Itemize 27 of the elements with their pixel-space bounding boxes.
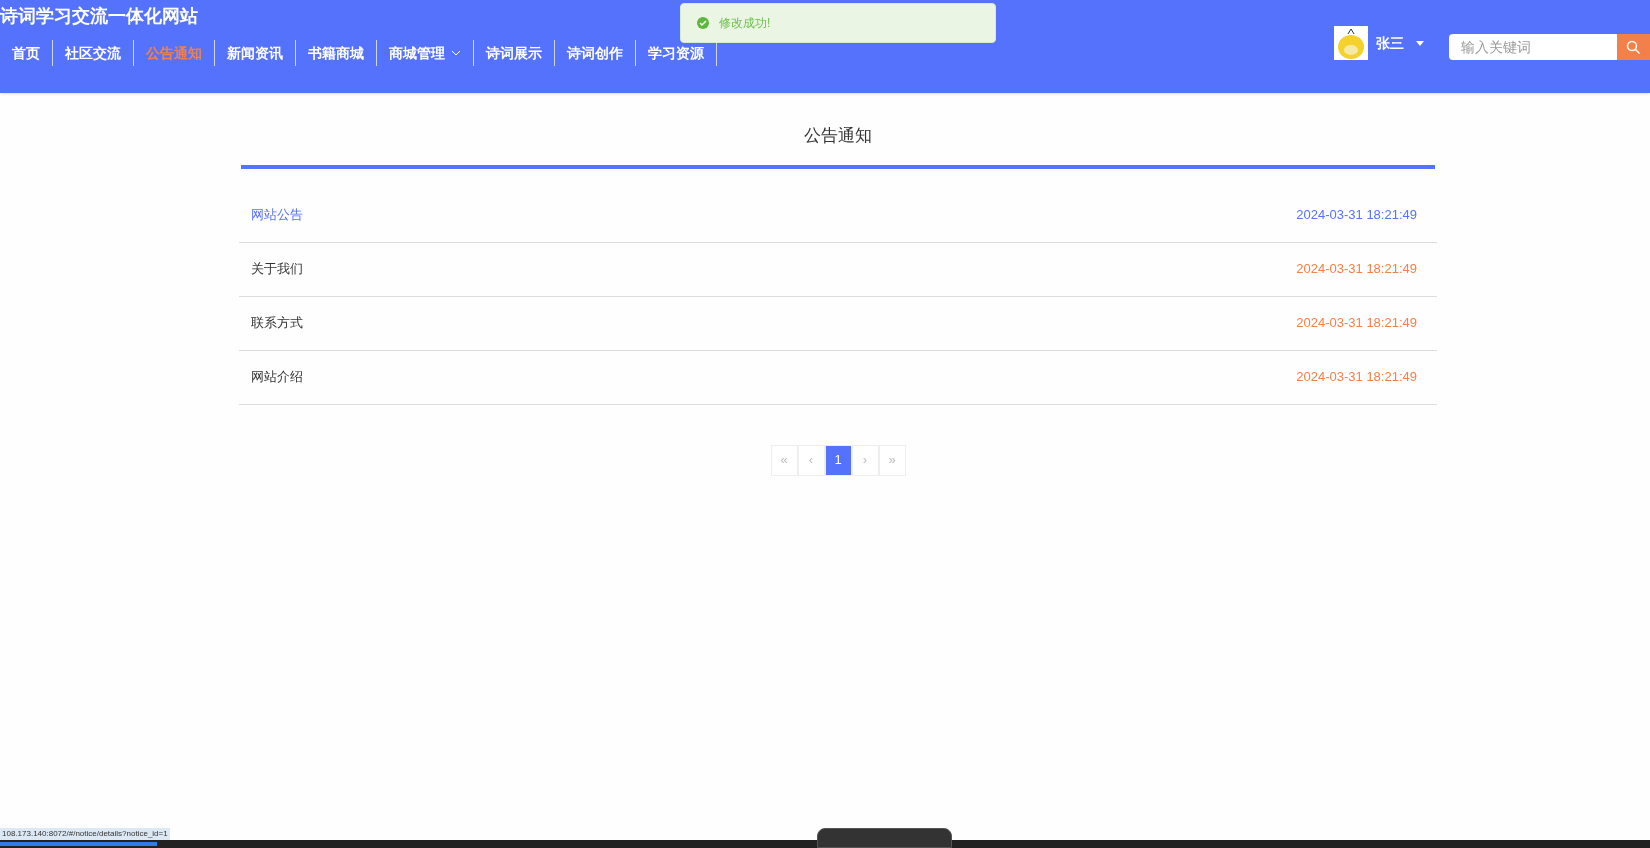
- notice-title[interactable]: 关于我们: [251, 259, 303, 279]
- nav-item[interactable]: 书籍商城: [296, 40, 377, 66]
- page-title: 公告通知: [804, 126, 872, 145]
- nav-item[interactable]: 诗词展示: [474, 40, 555, 66]
- status-url: 108.173.140:8072/#/notice/details?notice_id=1: [0, 828, 170, 840]
- check-circle-icon: [697, 17, 709, 29]
- search-icon: [1626, 39, 1641, 55]
- page-button[interactable]: 1: [824, 444, 852, 476]
- nav-item[interactable]: 诗词创作: [555, 40, 636, 66]
- search-button[interactable]: [1617, 34, 1650, 60]
- notice-date: 2024-03-31 18:21:49: [1296, 368, 1417, 387]
- nav-item[interactable]: 社区交流: [53, 40, 134, 66]
- notice-title[interactable]: 网站介绍: [251, 367, 303, 387]
- notice-title[interactable]: 网站公告: [251, 205, 303, 225]
- nav-item[interactable]: 商城管理: [377, 40, 474, 66]
- nav-item[interactable]: 首页: [0, 40, 53, 66]
- caret-icon[interactable]: [1416, 40, 1424, 46]
- search-field[interactable]: 输入关键词: [1449, 34, 1617, 60]
- user-name[interactable]: 张三: [1376, 32, 1404, 54]
- avatar-icon[interactable]: [1334, 26, 1368, 60]
- notice-date: 2024-03-31 18:21:49: [1296, 260, 1417, 279]
- notice-title[interactable]: 联系方式: [251, 313, 303, 333]
- nav-item[interactable]: 新闻资讯: [215, 40, 296, 66]
- notice-date: 2024-03-31 18:21:49: [1296, 206, 1417, 225]
- toast-message: 修改成功!: [719, 15, 771, 32]
- site-title: 诗词学习交流一体化网站: [0, 5, 198, 28]
- notice-date: 2024-03-31 18:21:49: [1296, 314, 1417, 333]
